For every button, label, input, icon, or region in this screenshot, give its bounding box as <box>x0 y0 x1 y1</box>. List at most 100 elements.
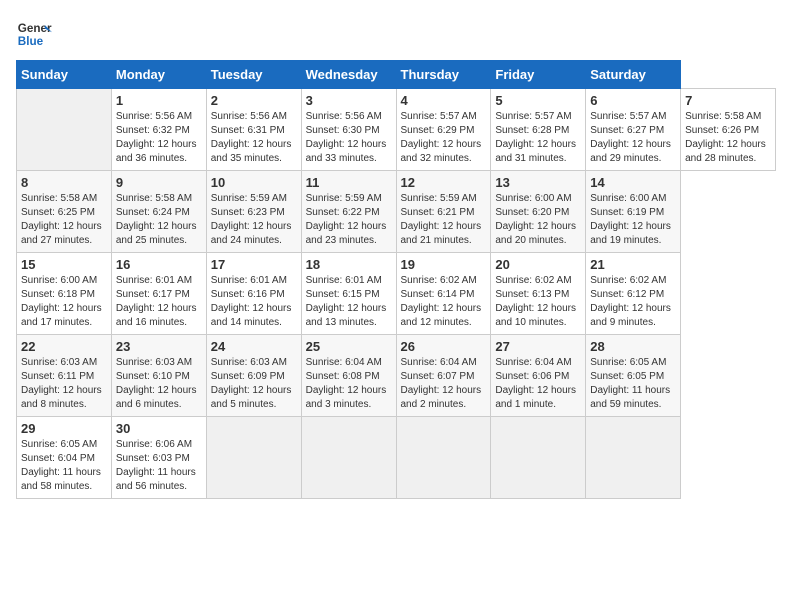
weekday-header-saturday: Saturday <box>586 61 681 89</box>
calendar-cell: 2Sunrise: 5:56 AMSunset: 6:31 PMDaylight… <box>206 89 301 171</box>
day-number: 23 <box>116 339 202 354</box>
day-info: Sunrise: 5:56 AMSunset: 6:31 PMDaylight:… <box>211 110 297 166</box>
calendar-cell: 7 Sunrise: 5:58 AMSunset: 6:26 PMDaylight… <box>681 89 776 171</box>
day-number: 25 <box>306 339 392 354</box>
calendar-cell: 6 Sunrise: 5:57 AMSunset: 6:27 PMDaylight… <box>586 89 681 171</box>
day-info: Sunrise: 5:57 AMSunset: 6:28 PMDaylight:… <box>495 110 581 166</box>
calendar-cell <box>586 417 681 499</box>
page-header: General Blue <box>16 16 776 52</box>
day-info: Sunrise: 5:59 AMSunset: 6:22 PMDaylight:… <box>306 192 392 248</box>
day-number: 26 <box>401 339 487 354</box>
calendar-table: SundayMondayTuesdayWednesdayThursdayFrid… <box>16 60 776 499</box>
calendar-cell <box>396 417 491 499</box>
day-number: 20 <box>495 257 581 272</box>
day-number: 19 <box>401 257 487 272</box>
day-number: 14 <box>590 175 676 190</box>
day-info: Sunrise: 6:00 AMSunset: 6:18 PMDaylight:… <box>21 274 107 330</box>
weekday-header-tuesday: Tuesday <box>206 61 301 89</box>
day-number: 7 <box>685 93 771 108</box>
day-number: 9 <box>116 175 202 190</box>
day-number: 17 <box>211 257 297 272</box>
day-info: Sunrise: 5:58 AMSunset: 6:25 PMDaylight:… <box>21 192 107 248</box>
calendar-cell: 23 Sunrise: 6:03 AMSunset: 6:10 PMDayligh… <box>111 335 206 417</box>
day-info: Sunrise: 6:01 AMSunset: 6:15 PMDaylight:… <box>306 274 392 330</box>
day-number: 15 <box>21 257 107 272</box>
day-number: 22 <box>21 339 107 354</box>
svg-text:Blue: Blue <box>18 35 44 48</box>
calendar-cell: 24 Sunrise: 6:03 AMSunset: 6:09 PMDayligh… <box>206 335 301 417</box>
day-info: Sunrise: 5:59 AMSunset: 6:23 PMDaylight:… <box>211 192 297 248</box>
day-info: Sunrise: 6:05 AMSunset: 6:04 PMDaylight:… <box>21 438 107 494</box>
day-number: 21 <box>590 257 676 272</box>
calendar-cell: 15 Sunrise: 6:00 AMSunset: 6:18 PMDayligh… <box>17 253 112 335</box>
calendar-cell-empty <box>17 89 112 171</box>
calendar-cell: 9Sunrise: 5:58 AMSunset: 6:24 PMDaylight… <box>111 171 206 253</box>
weekday-header-friday: Friday <box>491 61 586 89</box>
calendar-cell <box>301 417 396 499</box>
calendar-cell <box>206 417 301 499</box>
calendar-cell: 11 Sunrise: 5:59 AMSunset: 6:22 PMDayligh… <box>301 171 396 253</box>
day-info: Sunrise: 6:04 AMSunset: 6:07 PMDaylight:… <box>401 356 487 412</box>
day-number: 10 <box>211 175 297 190</box>
calendar-cell: 19Sunrise: 6:02 AMSunset: 6:14 PMDayligh… <box>396 253 491 335</box>
calendar-week-3: 15 Sunrise: 6:00 AMSunset: 6:18 PMDayligh… <box>17 253 776 335</box>
day-number: 30 <box>116 421 202 436</box>
day-info: Sunrise: 6:02 AMSunset: 6:12 PMDaylight:… <box>590 274 676 330</box>
day-number: 4 <box>401 93 487 108</box>
day-info: Sunrise: 6:04 AMSunset: 6:08 PMDaylight:… <box>306 356 392 412</box>
weekday-header-sunday: Sunday <box>17 61 112 89</box>
weekday-header-row: SundayMondayTuesdayWednesdayThursdayFrid… <box>17 61 776 89</box>
day-number: 27 <box>495 339 581 354</box>
calendar-cell: 17 Sunrise: 6:01 AMSunset: 6:16 PMDayligh… <box>206 253 301 335</box>
calendar-cell: 8 Sunrise: 5:58 AMSunset: 6:25 PMDaylight… <box>17 171 112 253</box>
calendar-cell: 26 Sunrise: 6:04 AMSunset: 6:07 PMDayligh… <box>396 335 491 417</box>
calendar-cell: 22 Sunrise: 6:03 AMSunset: 6:11 PMDayligh… <box>17 335 112 417</box>
calendar-cell: 12Sunrise: 5:59 AMSunset: 6:21 PMDayligh… <box>396 171 491 253</box>
day-number: 24 <box>211 339 297 354</box>
day-info: Sunrise: 5:56 AMSunset: 6:30 PMDaylight:… <box>306 110 392 166</box>
calendar-cell: 27Sunrise: 6:04 AMSunset: 6:06 PMDayligh… <box>491 335 586 417</box>
day-number: 18 <box>306 257 392 272</box>
day-info: Sunrise: 6:03 AMSunset: 6:11 PMDaylight:… <box>21 356 107 412</box>
weekday-header-thursday: Thursday <box>396 61 491 89</box>
day-info: Sunrise: 6:03 AMSunset: 6:09 PMDaylight:… <box>211 356 297 412</box>
calendar-cell: 18 Sunrise: 6:01 AMSunset: 6:15 PMDayligh… <box>301 253 396 335</box>
day-number: 6 <box>590 93 676 108</box>
calendar-cell: 20 Sunrise: 6:02 AMSunset: 6:13 PMDayligh… <box>491 253 586 335</box>
day-info: Sunrise: 5:59 AMSunset: 6:21 PMDaylight:… <box>401 192 487 248</box>
day-number: 29 <box>21 421 107 436</box>
weekday-header-wednesday: Wednesday <box>301 61 396 89</box>
day-info: Sunrise: 6:01 AMSunset: 6:16 PMDaylight:… <box>211 274 297 330</box>
day-info: Sunrise: 6:00 AMSunset: 6:19 PMDaylight:… <box>590 192 676 248</box>
day-info: Sunrise: 6:03 AMSunset: 6:10 PMDaylight:… <box>116 356 202 412</box>
calendar-cell: 29 Sunrise: 6:05 AMSunset: 6:04 PMDayligh… <box>17 417 112 499</box>
calendar-cell <box>491 417 586 499</box>
calendar-cell: 14 Sunrise: 6:00 AMSunset: 6:19 PMDayligh… <box>586 171 681 253</box>
day-info: Sunrise: 5:58 AMSunset: 6:26 PMDaylight:… <box>685 110 771 166</box>
day-info: Sunrise: 5:57 AMSunset: 6:27 PMDaylight:… <box>590 110 676 166</box>
day-number: 13 <box>495 175 581 190</box>
day-number: 11 <box>306 175 392 190</box>
day-number: 28 <box>590 339 676 354</box>
day-info: Sunrise: 6:01 AMSunset: 6:17 PMDaylight:… <box>116 274 202 330</box>
calendar-cell: 4 Sunrise: 5:57 AMSunset: 6:29 PMDaylight… <box>396 89 491 171</box>
calendar-cell: 25 Sunrise: 6:04 AMSunset: 6:08 PMDayligh… <box>301 335 396 417</box>
day-info: Sunrise: 6:05 AMSunset: 6:05 PMDaylight:… <box>590 356 676 412</box>
calendar-week-2: 8 Sunrise: 5:58 AMSunset: 6:25 PMDaylight… <box>17 171 776 253</box>
logo: General Blue <box>16 16 52 52</box>
calendar-week-1: 1 Sunrise: 5:56 AMSunset: 6:32 PMDaylight… <box>17 89 776 171</box>
day-info: Sunrise: 6:02 AMSunset: 6:13 PMDaylight:… <box>495 274 581 330</box>
calendar-week-5: 29 Sunrise: 6:05 AMSunset: 6:04 PMDayligh… <box>17 417 776 499</box>
calendar-cell: 30Sunrise: 6:06 AMSunset: 6:03 PMDayligh… <box>111 417 206 499</box>
day-number: 3 <box>306 93 392 108</box>
day-number: 1 <box>116 93 202 108</box>
day-info: Sunrise: 5:57 AMSunset: 6:29 PMDaylight:… <box>401 110 487 166</box>
day-number: 16 <box>116 257 202 272</box>
calendar-cell: 10 Sunrise: 5:59 AMSunset: 6:23 PMDayligh… <box>206 171 301 253</box>
day-number: 5 <box>495 93 581 108</box>
calendar-cell: 16 Sunrise: 6:01 AMSunset: 6:17 PMDayligh… <box>111 253 206 335</box>
day-number: 8 <box>21 175 107 190</box>
day-info: Sunrise: 6:00 AMSunset: 6:20 PMDaylight:… <box>495 192 581 248</box>
day-info: Sunrise: 5:56 AMSunset: 6:32 PMDaylight:… <box>116 110 202 166</box>
calendar-cell: 5 Sunrise: 5:57 AMSunset: 6:28 PMDaylight… <box>491 89 586 171</box>
